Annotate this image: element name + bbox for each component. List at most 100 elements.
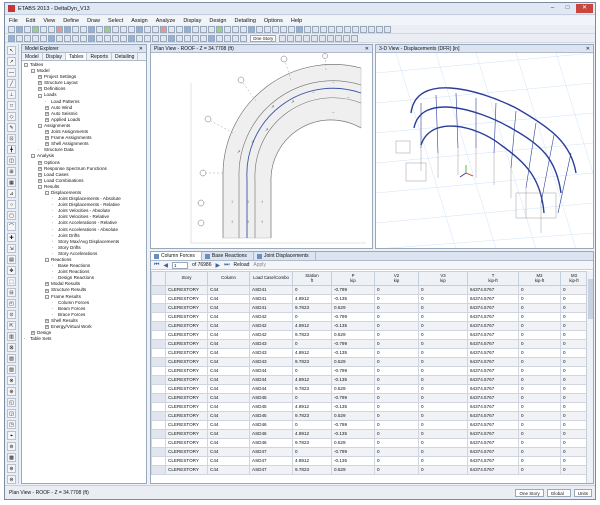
table-cell[interactable]: 0 (560, 348, 588, 358)
expand-icon[interactable]: + (45, 111, 49, 116)
table-cell[interactable]: 9.7823 (292, 465, 332, 475)
menu-item-view[interactable]: View (43, 18, 55, 24)
table-cell[interactable]: ASD41 (249, 303, 293, 313)
draw-tool-icon[interactable]: ▧ (7, 354, 16, 363)
table-cell[interactable]: 0 (418, 411, 468, 421)
table-cell[interactable]: 0 (418, 312, 468, 322)
table-cell[interactable]: CLERESTORY (165, 393, 208, 403)
draw-tool-icon[interactable]: ▥ (7, 332, 16, 341)
table-cell[interactable]: 0 (292, 285, 332, 295)
table-cell[interactable]: CLERESTORY (165, 294, 208, 304)
menu-item-assign[interactable]: Assign (131, 18, 148, 24)
table-cell[interactable]: 4.8912 (292, 348, 332, 358)
table-cell[interactable]: 0 (418, 321, 468, 331)
last-page-icon[interactable]: ⏭ (224, 262, 229, 269)
table-cell[interactable]: 64374.5767 (467, 339, 519, 349)
toolbar-button-icon[interactable] (56, 34, 63, 42)
toolbar-button-icon[interactable] (216, 34, 223, 42)
draw-tool-icon[interactable]: ⊿ (7, 189, 16, 198)
explorer-tab-detailing[interactable]: Detailing (112, 53, 139, 60)
draw-tool-icon[interactable]: ▤ (7, 255, 16, 264)
table-cell[interactable]: 9.7823 (292, 438, 332, 448)
toolbar-button-icon[interactable] (296, 25, 303, 33)
table-cell[interactable]: CLERESTORY (165, 420, 208, 430)
table-cell[interactable]: -0.135 (331, 402, 375, 412)
toolbar-button-icon[interactable] (48, 34, 55, 42)
toolbar-button-icon[interactable] (96, 25, 103, 33)
collapse-icon[interactable]: - (31, 154, 35, 159)
table-cell[interactable]: 0 (560, 438, 588, 448)
table-cell[interactable]: 0 (418, 285, 468, 295)
table-cell[interactable]: 64374.5767 (467, 447, 519, 457)
table-cell[interactable]: CLERESTORY (165, 438, 208, 448)
table-cell[interactable]: 0 (418, 366, 468, 376)
table-cell[interactable]: 0 (560, 429, 588, 439)
story-toolbar-select[interactable]: One Story (250, 34, 277, 42)
table-cell[interactable]: 4.8912 (292, 294, 332, 304)
table-cell[interactable]: CLERESTORY (165, 429, 208, 439)
toolbar-button-icon[interactable] (80, 25, 87, 33)
table-cell[interactable]: 0 (374, 411, 419, 421)
table-cell[interactable]: C44 (207, 330, 250, 340)
draw-tool-icon[interactable]: ◫ (7, 156, 16, 165)
reload-button[interactable]: Reload (234, 262, 250, 268)
table-row[interactable]: CLERESTORY C44 ASD43 9.7823 0.529 0 0 64374.576… (151, 357, 588, 367)
table-cell[interactable]: 4.8912 (292, 402, 332, 412)
toolbar-button-icon[interactable] (320, 25, 327, 33)
table-cell[interactable]: 0 (292, 420, 332, 430)
row-selector[interactable] (151, 429, 166, 439)
toolbar-button-icon[interactable] (56, 25, 63, 33)
toolbar-button-icon[interactable] (104, 25, 111, 33)
table-cell[interactable]: 9.7823 (292, 411, 332, 421)
table-row[interactable]: CLERESTORY C44 ASD47 9.7823 0.529 0 0 64374.576… (151, 465, 588, 475)
table-cell[interactable]: 0 (374, 429, 419, 439)
toolbar-button-icon[interactable] (304, 25, 311, 33)
table-cell[interactable]: C44 (207, 375, 250, 385)
table-cell[interactable]: 0 (374, 465, 419, 475)
toolbar-button-icon[interactable] (295, 34, 303, 42)
toolbar-button-icon[interactable] (208, 34, 215, 42)
row-selector[interactable] (151, 285, 166, 295)
table-cell[interactable]: C44 (207, 285, 250, 295)
explorer-tab-reports[interactable]: Reports (87, 53, 112, 60)
table-cell[interactable]: 0 (292, 339, 332, 349)
draw-tool-icon[interactable]: ◳ (7, 420, 16, 429)
table-cell[interactable]: 0 (560, 303, 588, 313)
toolbar-button-icon[interactable] (208, 25, 215, 33)
table-cell[interactable]: 64374.5767 (467, 366, 519, 376)
menu-item-define[interactable]: Define (63, 18, 79, 24)
table-cell[interactable]: 0 (560, 366, 588, 376)
draw-tool-icon[interactable]: ⊜ (7, 475, 16, 484)
expand-icon[interactable]: + (38, 166, 42, 171)
table-cell[interactable]: 0 (292, 312, 332, 322)
row-selector[interactable] (151, 411, 166, 421)
table-cell[interactable]: -0.799 (331, 312, 375, 322)
table-row[interactable]: CLERESTORY C44 ASD44 0 -0.799 0 0 64374.5767 0 0 (151, 366, 588, 376)
table-row[interactable]: CLERESTORY C44 ASD42 0 -0.799 0 0 64374.5767 0 0 (151, 312, 588, 322)
table-cell[interactable]: 64374.5767 (467, 321, 519, 331)
collapse-icon[interactable]: - (45, 258, 49, 263)
row-selector[interactable] (151, 402, 166, 412)
toolbar-button-icon[interactable] (192, 25, 199, 33)
table-cell[interactable]: 64374.5767 (467, 303, 519, 313)
table-cell[interactable]: 0 (418, 339, 468, 349)
table-row[interactable]: CLERESTORY C44 ASD41 0 -0.799 0 0 64374.5767 0 0 (151, 285, 588, 295)
toolbar-button-icon[interactable] (192, 34, 199, 42)
table-row[interactable]: CLERESTORY C44 ASD47 0 -0.799 0 0 64374.5767 0 0 (151, 447, 588, 457)
expand-icon[interactable]: + (45, 282, 49, 287)
tree-item[interactable]: · Table Sets (24, 336, 146, 342)
toolbar-button-icon[interactable] (112, 25, 119, 33)
row-selector[interactable] (151, 384, 166, 394)
table-cell[interactable]: CLERESTORY (165, 402, 208, 412)
toolbar-button-icon[interactable] (88, 25, 95, 33)
expand-icon[interactable]: + (45, 288, 49, 293)
table-cell[interactable]: 0 (518, 456, 561, 466)
table-cell[interactable]: 0 (374, 330, 419, 340)
table-cell[interactable]: -0.799 (331, 393, 375, 403)
table-cell[interactable]: 9.7823 (292, 330, 332, 340)
table-cell[interactable]: -0.799 (331, 447, 375, 457)
table-cell[interactable]: 0 (518, 420, 561, 430)
column-header[interactable]: V3 kip (418, 271, 468, 286)
toolbar-button-icon[interactable] (176, 34, 183, 42)
table-cell[interactable]: 64374.5767 (467, 402, 519, 412)
